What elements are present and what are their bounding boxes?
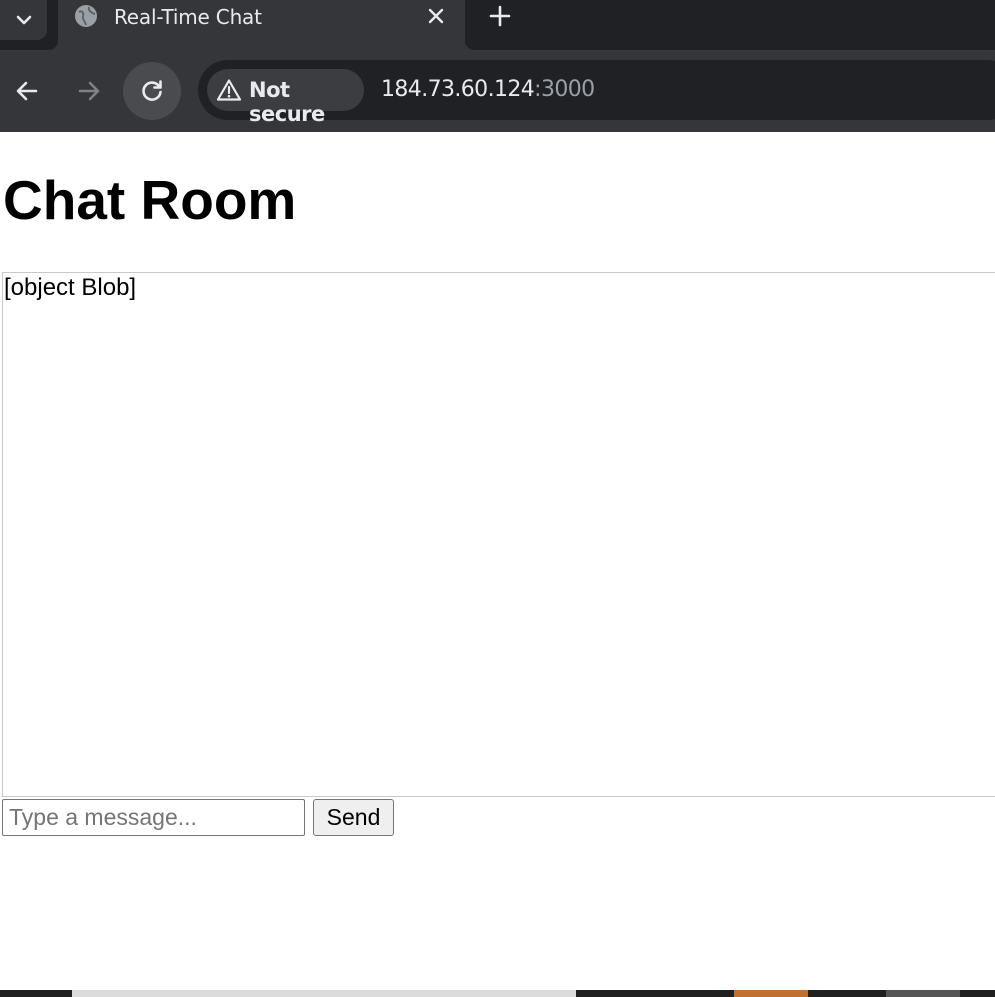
browser-toolbar: Not secure 184.73.60.124:3000 xyxy=(0,50,995,132)
security-label: Not secure xyxy=(249,78,325,126)
reload-button[interactable] xyxy=(123,62,181,120)
url-text[interactable]: 184.73.60.124:3000 xyxy=(381,77,595,102)
message-log[interactable]: [object Blob] xyxy=(2,272,995,797)
taskbar-app-icon[interactable] xyxy=(734,990,808,997)
tab-search-button[interactable] xyxy=(0,0,47,40)
new-tab-plus-icon[interactable] xyxy=(487,3,513,29)
back-button[interactable] xyxy=(0,62,56,120)
page-title: Chat Room xyxy=(3,169,297,231)
close-icon[interactable] xyxy=(426,6,446,26)
taskbar-search-box[interactable] xyxy=(72,990,576,997)
globe-icon xyxy=(75,5,97,27)
tab-strip: Real-Time Chat xyxy=(0,0,995,50)
tab-active[interactable]: Real-Time Chat xyxy=(48,0,475,50)
warning-triangle-icon xyxy=(216,79,242,101)
security-chip[interactable]: Not secure xyxy=(207,69,364,126)
forward-button[interactable] xyxy=(60,62,118,120)
arrow-left-icon xyxy=(16,81,38,101)
chevron-down-icon xyxy=(16,15,31,25)
address-bar[interactable]: Not secure 184.73.60.124:3000 xyxy=(198,60,995,126)
arrow-right-icon xyxy=(78,81,100,101)
send-button[interactable]: Send xyxy=(313,799,394,836)
taskbar-app-icon[interactable] xyxy=(886,990,960,997)
url-host: 184.73.60.124 xyxy=(381,77,535,102)
reload-icon xyxy=(142,80,162,101)
url-port: :3000 xyxy=(534,77,595,102)
message-input[interactable] xyxy=(2,799,305,836)
tab-title: Real-Time Chat xyxy=(114,5,262,29)
message-item: [object Blob] xyxy=(4,274,137,301)
taskbar xyxy=(0,990,995,997)
